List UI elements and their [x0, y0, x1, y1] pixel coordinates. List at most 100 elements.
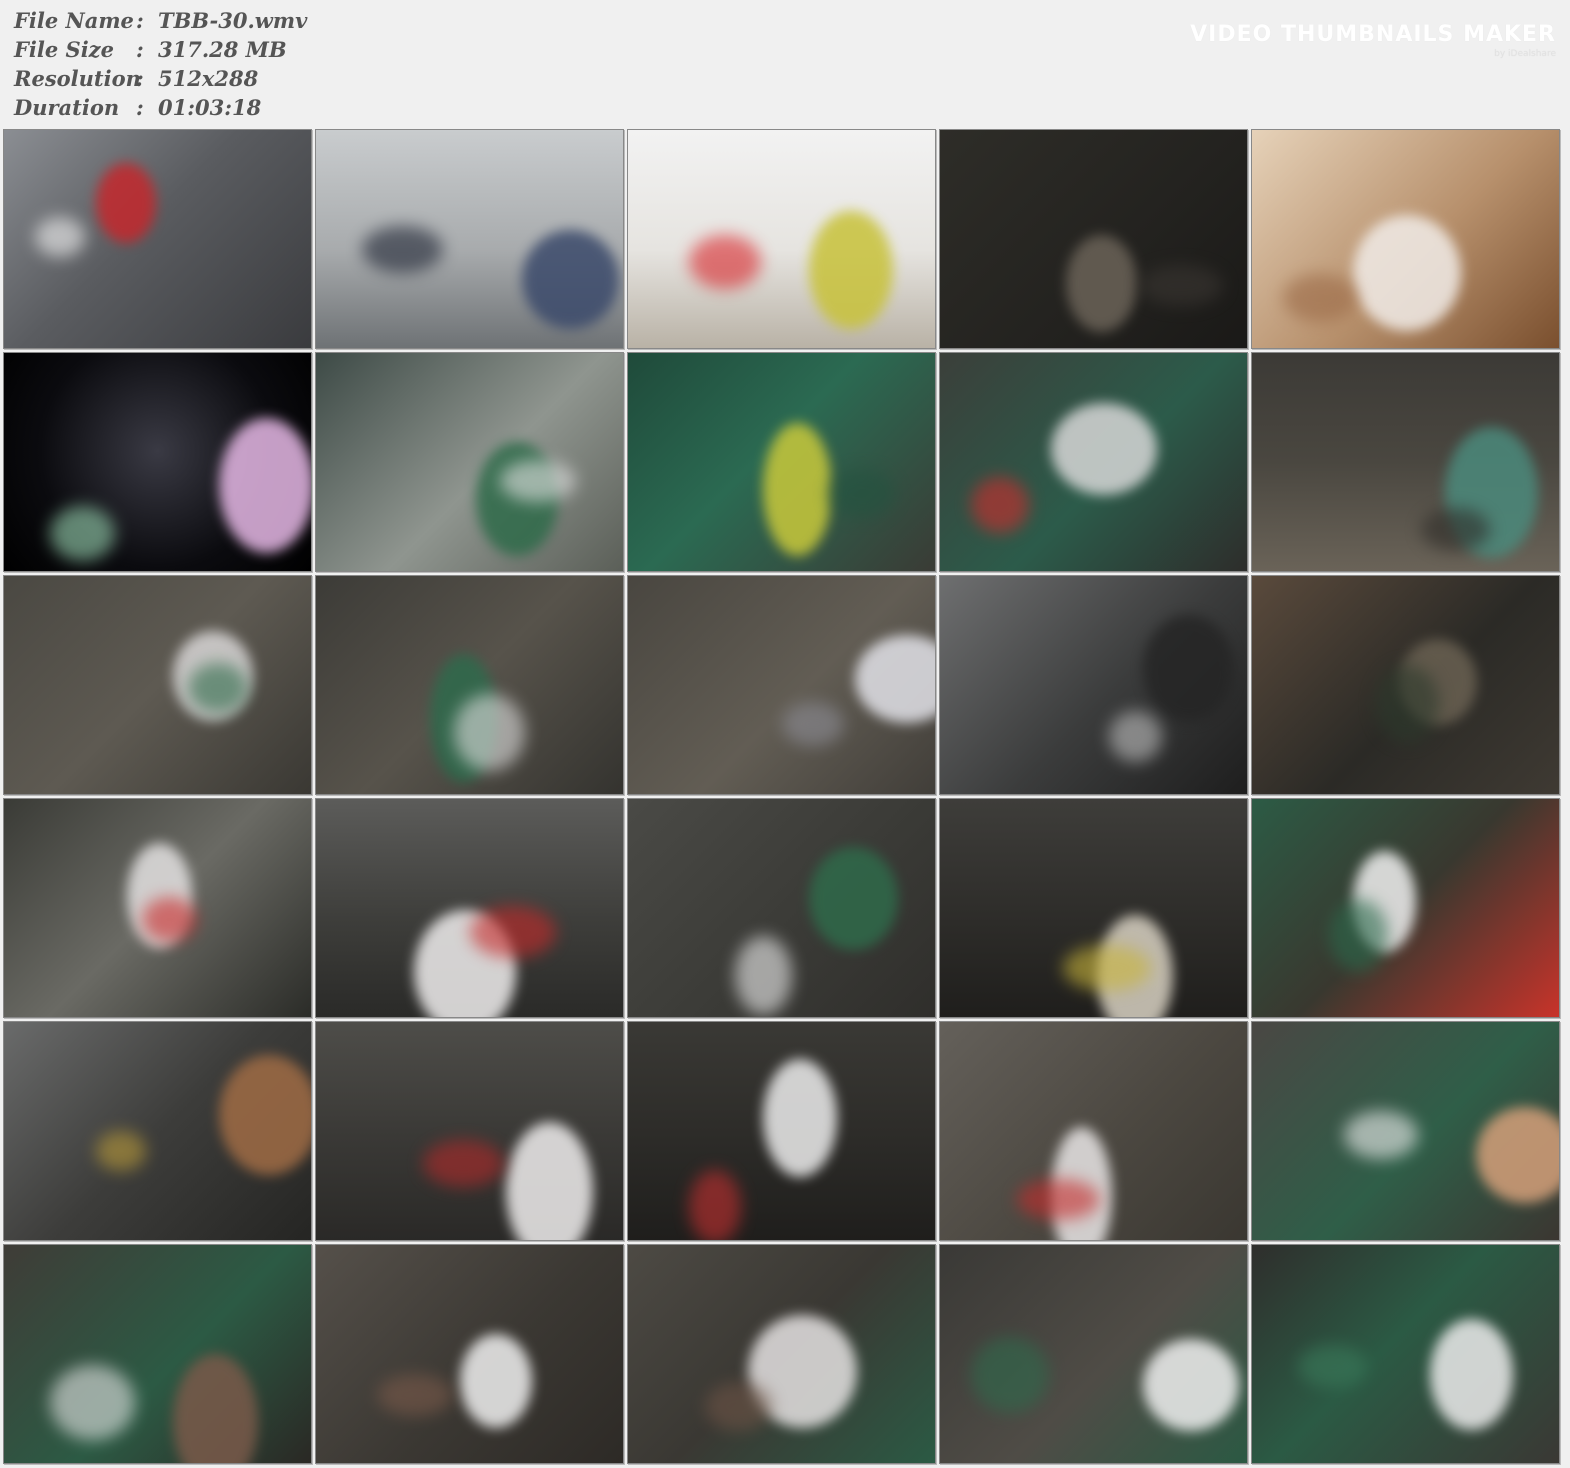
- thumbnail-detail-shape: [689, 1170, 742, 1240]
- thumbnail-detail-shape: [96, 1131, 147, 1171]
- file-name-value: TBB-30.wmv: [158, 8, 308, 33]
- thumbnail-detail-shape: [1374, 665, 1439, 744]
- file-size-row: File Size : 317.28 MB: [14, 35, 307, 64]
- resolution-label: Resolution: [14, 66, 141, 91]
- separator: :: [136, 8, 144, 33]
- watermark-title: VIDEO THUMBNAILS MAKER: [1190, 22, 1556, 47]
- thumbnail-subject-shape: [809, 210, 894, 329]
- thumbnail-detail-shape: [362, 225, 444, 273]
- thumbnail-detail-shape: [1016, 1178, 1100, 1220]
- thumbnail-subject-shape: [460, 1334, 533, 1429]
- video-thumbnail: [315, 575, 624, 795]
- thumbnail-subject-shape: [763, 422, 833, 556]
- video-thumbnail: [1251, 575, 1560, 795]
- video-thumbnail: [1251, 1244, 1560, 1464]
- video-thumbnail: [3, 352, 312, 572]
- resolution-value: 512x288: [158, 66, 259, 91]
- thumbnail-detail-shape: [735, 936, 793, 1016]
- separator: :: [136, 37, 144, 62]
- thumbnail-detail-shape: [827, 468, 895, 518]
- video-thumbnail: [939, 1021, 1248, 1241]
- video-thumbnail: [627, 575, 936, 795]
- thumbnail-subject-shape: [506, 1122, 594, 1240]
- thumbnail-subject-shape: [763, 1059, 838, 1178]
- video-thumbnail: [939, 352, 1248, 572]
- thumbnail-subject-shape: [1142, 615, 1234, 723]
- video-thumbnail: [3, 798, 312, 1018]
- video-thumbnail: [315, 129, 624, 349]
- file-size-value: 317.28 MB: [158, 37, 287, 62]
- resolution-row: Resolution : 512x288: [14, 64, 307, 93]
- thumbnail-subject-shape: [96, 162, 157, 243]
- thumbnail-subject-shape: [521, 230, 619, 330]
- thumbnail-subject-shape: [1476, 1107, 1559, 1204]
- thumbnail-detail-shape: [970, 477, 1029, 534]
- thumbnail-subject-shape: [218, 418, 311, 554]
- thumbnail-subject-shape: [809, 846, 899, 950]
- video-thumbnail: [627, 129, 936, 349]
- video-thumbnail: [939, 129, 1248, 349]
- video-thumbnail: [939, 1244, 1248, 1464]
- thumbnail-detail-shape: [142, 897, 198, 943]
- thumbnail-detail-shape: [1139, 265, 1223, 307]
- thumbnail-detail-shape: [1344, 1111, 1419, 1160]
- thumbnail-detail-shape: [423, 1139, 505, 1187]
- video-thumbnail: [1251, 1021, 1560, 1241]
- thumbnail-subject-shape: [1065, 234, 1137, 332]
- video-thumbnail: [939, 575, 1248, 795]
- thumbnail-detail-shape: [1282, 273, 1357, 322]
- duration-value: 01:03:18: [158, 95, 262, 120]
- file-name-row: File Name : TBB-30.wmv: [14, 6, 307, 35]
- video-thumbnail: [315, 1244, 624, 1464]
- duration-label: Duration: [14, 95, 120, 120]
- watermark-subtitle: by iDealshare: [1494, 49, 1556, 59]
- thumbnail-detail-shape: [1328, 899, 1388, 973]
- thumbnail-detail-shape: [1108, 711, 1162, 763]
- thumbnail-subject-shape: [1430, 1319, 1514, 1431]
- video-thumbnail: [3, 129, 312, 349]
- thumbnail-detail-shape: [781, 702, 844, 747]
- file-size-label: File Size: [14, 37, 114, 62]
- video-thumbnail: [627, 352, 936, 572]
- thumbnail-detail-shape: [1420, 507, 1490, 551]
- video-thumbnail: [315, 1021, 624, 1241]
- video-thumbnail: [1251, 798, 1560, 1018]
- video-thumbnail: [627, 1244, 936, 1464]
- thumbnail-detail-shape: [188, 663, 249, 714]
- thumbnail-subject-shape: [1353, 215, 1462, 332]
- thumbnail-subject-shape: [172, 1354, 258, 1463]
- thumbnail-detail-shape: [704, 1382, 772, 1432]
- thumbnail-detail-shape: [970, 1336, 1049, 1413]
- thumbnail-detail-shape: [1062, 945, 1151, 992]
- file-name-label: File Name: [14, 8, 134, 33]
- video-thumbnail: [1251, 352, 1560, 572]
- thumbnail-detail-shape: [500, 459, 577, 502]
- separator: :: [136, 66, 144, 91]
- video-thumbnail: [3, 1244, 312, 1464]
- watermark: VIDEO THUMBNAILS MAKER by iDealshare: [1190, 22, 1556, 59]
- separator: :: [136, 95, 144, 120]
- thumbnail-detail-shape: [377, 1373, 454, 1416]
- thumbnail-detail-shape: [1298, 1345, 1368, 1389]
- thumbnail-detail-shape: [34, 217, 85, 258]
- thumbnail-detail-shape: [689, 234, 762, 289]
- thumbnail-subject-shape: [1142, 1338, 1239, 1431]
- thumbnail-subject-shape: [1050, 403, 1157, 496]
- file-info-panel: File Name : TBB-30.wmv File Size : 317.2…: [14, 6, 307, 122]
- video-thumbnail: [1251, 129, 1560, 349]
- thumbnail-detail-shape: [454, 693, 526, 771]
- video-thumbnail: [315, 352, 624, 572]
- video-thumbnail: [315, 798, 624, 1018]
- duration-row: Duration : 01:03:18: [14, 93, 307, 122]
- video-thumbnail: [627, 798, 936, 1018]
- thumbnail-subject-shape: [855, 634, 935, 723]
- video-thumbnail: [627, 1021, 936, 1241]
- video-thumbnail: [3, 575, 312, 795]
- thumbnail-subject-shape: [218, 1054, 311, 1175]
- video-thumbnail: [939, 798, 1248, 1018]
- thumbnail-detail-shape: [50, 505, 116, 561]
- thumbnail-grid: [3, 129, 1565, 1464]
- thumbnail-detail-shape: [469, 905, 556, 958]
- video-thumbnail: [3, 1021, 312, 1241]
- thumbnail-detail-shape: [50, 1364, 136, 1440]
